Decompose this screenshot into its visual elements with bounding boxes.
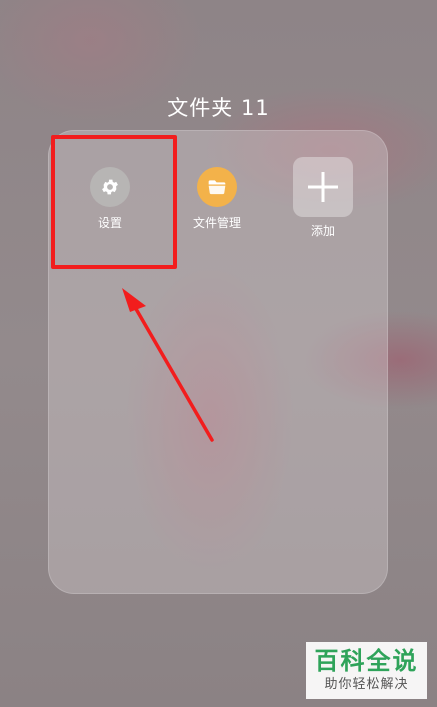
arrow-annotation: [122, 288, 214, 442]
watermark-main: 百科全说: [314, 647, 419, 675]
watermark: 百科全说 助你轻松解决: [306, 642, 427, 699]
watermark-sub: 助你轻松解决: [324, 677, 409, 692]
